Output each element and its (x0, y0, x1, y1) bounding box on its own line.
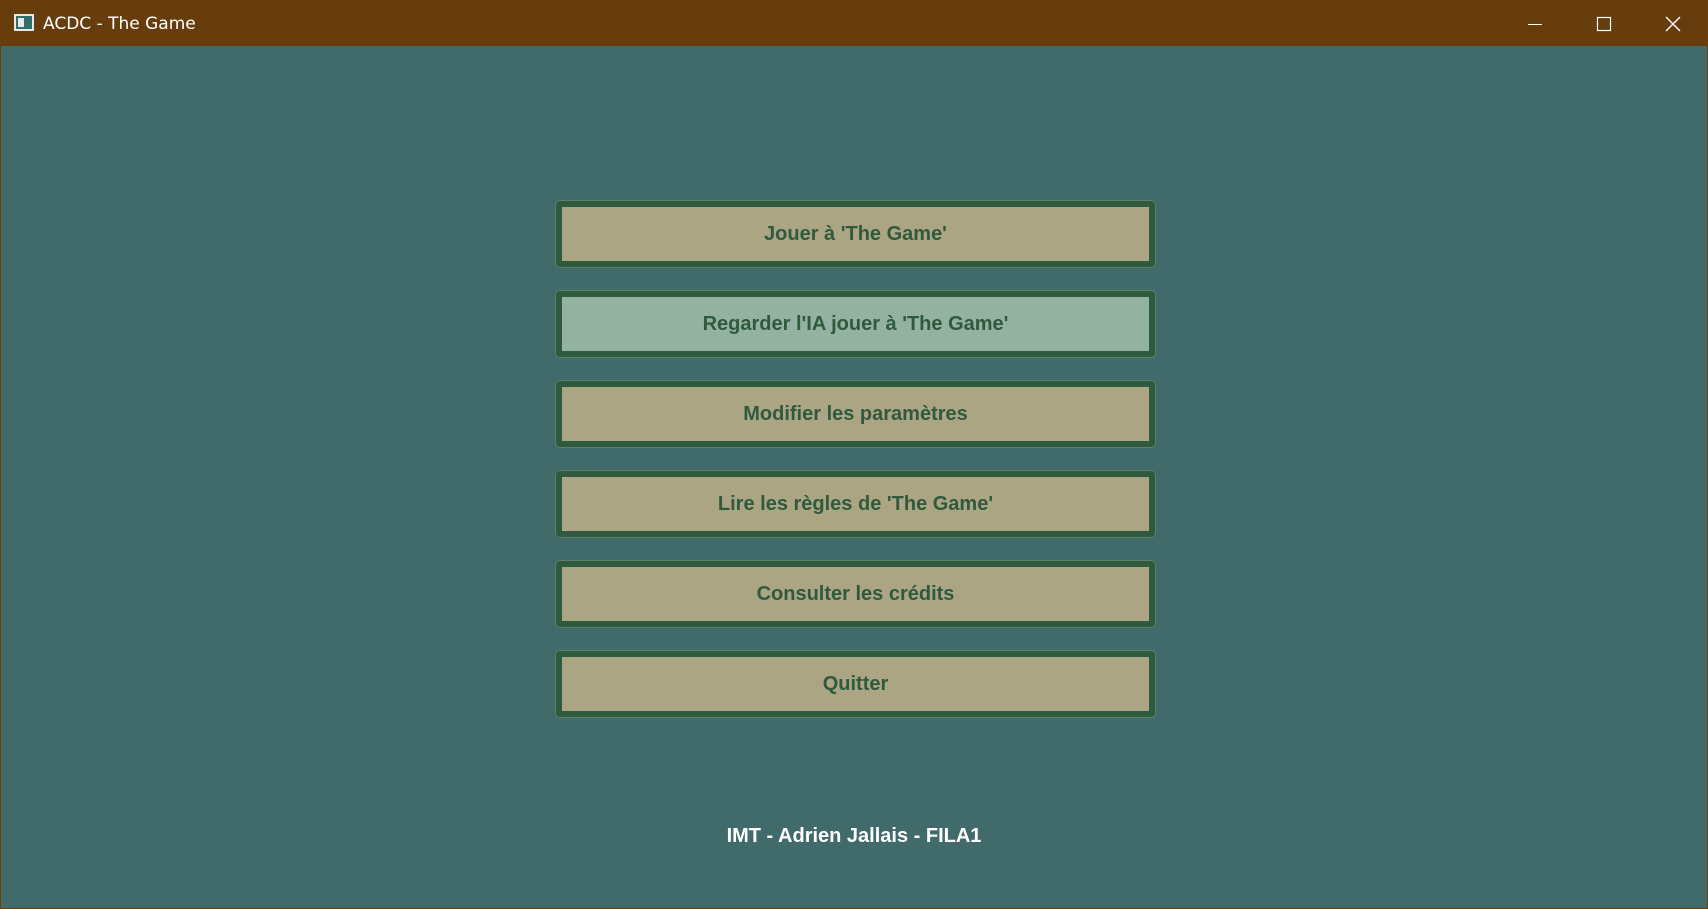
minimize-icon (1528, 24, 1542, 25)
watch-ai-button[interactable]: Regarder l'IA jouer à 'The Game' (556, 291, 1155, 357)
maximize-icon (1596, 16, 1612, 32)
window-title: ACDC - The Game (43, 14, 196, 34)
rules-button[interactable]: Lire les règles de 'The Game' (556, 471, 1155, 537)
main-menu-area: Jouer à 'The Game' Regarder l'IA jouer à… (1, 46, 1707, 908)
title-bar[interactable]: ACDC - The Game (1, 1, 1707, 46)
quit-button[interactable]: Quitter (556, 651, 1155, 717)
app-window: ACDC - The Game Jouer à 'The Game' Regar… (0, 0, 1708, 909)
credits-button[interactable]: Consulter les crédits (556, 561, 1155, 627)
app-window-icon (14, 14, 34, 31)
footer-credit: IMT - Adrien Jallais - FILA1 (726, 825, 982, 847)
minimize-button[interactable] (1500, 1, 1569, 46)
maximize-button[interactable] (1569, 1, 1638, 46)
settings-button[interactable]: Modifier les paramètres (556, 381, 1155, 447)
close-button[interactable] (1638, 1, 1707, 46)
play-game-button[interactable]: Jouer à 'The Game' (556, 201, 1155, 267)
close-icon (1665, 16, 1681, 32)
